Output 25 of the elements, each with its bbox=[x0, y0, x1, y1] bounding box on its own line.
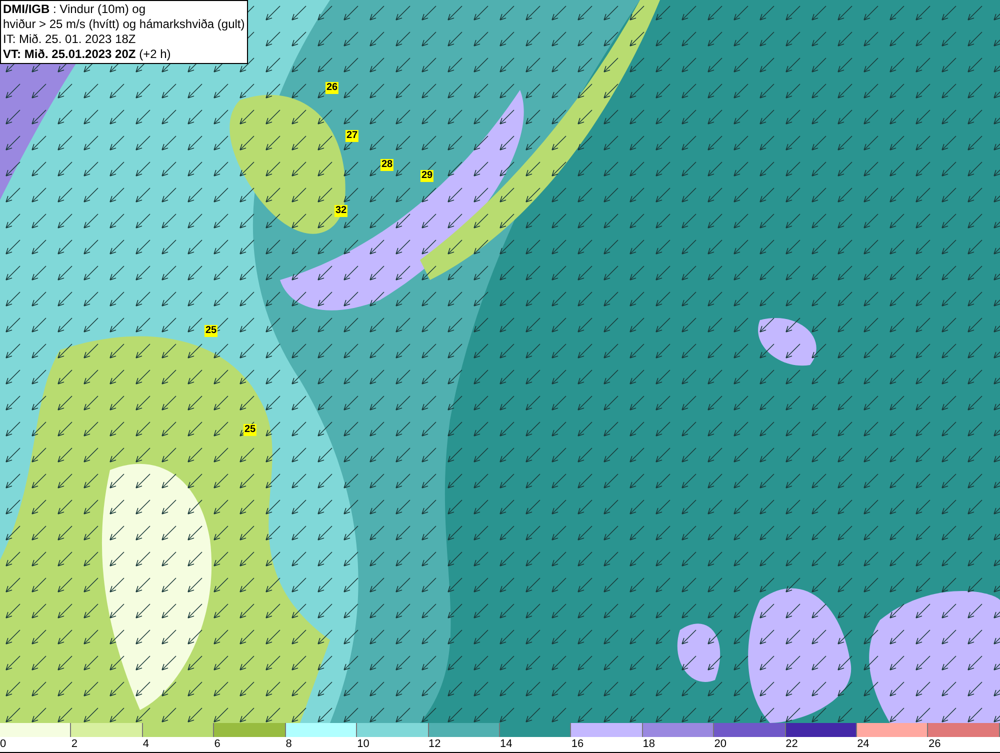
gust-label: 27 bbox=[345, 130, 359, 142]
legend-label: 0 bbox=[0, 737, 6, 751]
gust-label: 32 bbox=[334, 205, 348, 217]
legend-label: 8 bbox=[286, 737, 292, 751]
gust-label: 28 bbox=[380, 159, 394, 171]
legend-label: 16 bbox=[571, 737, 584, 751]
info-text: IT: Mið. 25. 01. 2023 18Z bbox=[3, 32, 137, 47]
gust-label: 25 bbox=[204, 325, 218, 337]
gust-label: 25 bbox=[243, 424, 257, 436]
legend-label: 2 bbox=[71, 737, 78, 751]
legend-label: 18 bbox=[642, 737, 656, 751]
legend-label: 22 bbox=[786, 737, 798, 751]
legend-label: 24 bbox=[857, 737, 870, 751]
legend-label: 10 bbox=[357, 737, 370, 751]
legend-label: 20 bbox=[714, 737, 726, 751]
legend-label: 12 bbox=[428, 737, 441, 751]
info-text: DMI/IGB : Vindur (10m) og bbox=[3, 2, 146, 17]
legend-label: 26 bbox=[928, 737, 941, 751]
info-text: hviður > 25 m/s (hvítt) og hámarkshviða (gult) bbox=[3, 17, 245, 32]
legend-label: 14 bbox=[500, 737, 512, 751]
gust-label: 26 bbox=[325, 82, 339, 94]
info-text: VT: Mið. 25.01.2023 20Z (+2 h) bbox=[3, 47, 172, 62]
legend-label: 4 bbox=[142, 737, 149, 751]
legend-label: 6 bbox=[214, 737, 220, 751]
gust-label: 29 bbox=[420, 170, 434, 182]
